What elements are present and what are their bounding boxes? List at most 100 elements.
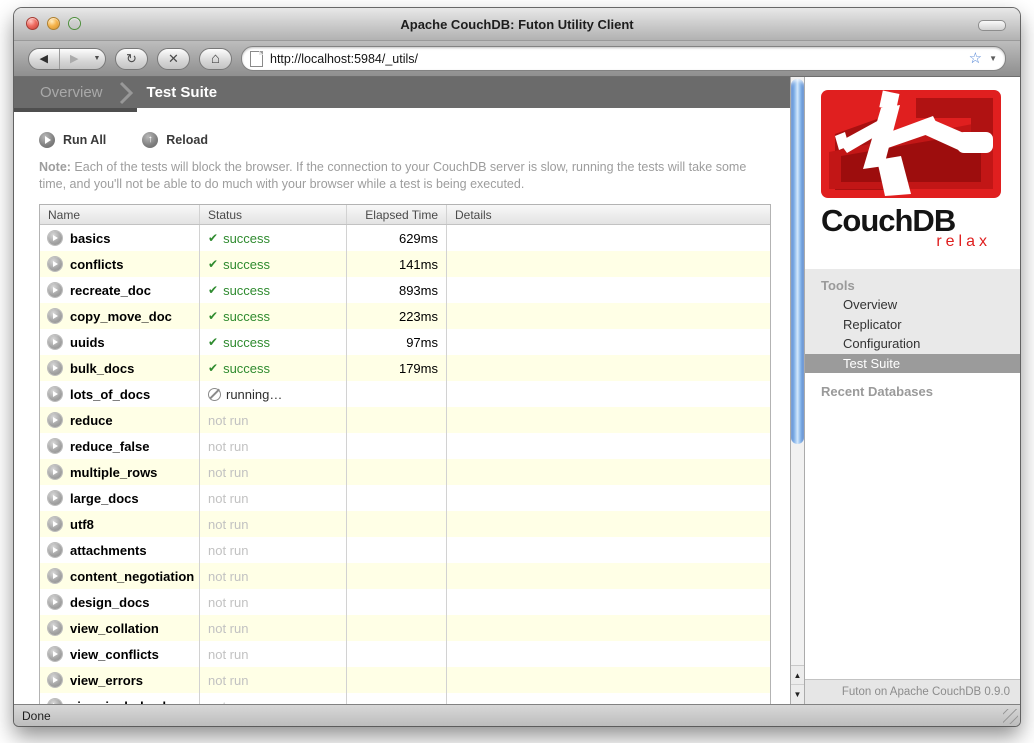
test-name-cell[interactable]: uuids [40, 329, 199, 355]
breadcrumb-overview-link[interactable]: Overview [40, 84, 103, 101]
traffic-lights [26, 17, 81, 30]
recent-databases-section: Recent Databases [805, 383, 1020, 401]
table-row[interactable]: content_negotiation not run [40, 563, 770, 589]
run-test-icon[interactable] [48, 543, 62, 557]
run-test-icon[interactable] [48, 621, 62, 635]
test-name-cell[interactable]: reduce [40, 407, 199, 433]
back-forward-group: ◀ ▶ ▼ [28, 47, 106, 70]
forward-button[interactable]: ▶ [60, 49, 90, 69]
url-text[interactable]: http://localhost:5984/_utils/ [270, 52, 962, 66]
run-test-icon[interactable] [48, 387, 62, 401]
status-bar: Done [14, 704, 1020, 726]
test-name-cell[interactable]: basics [40, 225, 199, 251]
test-name-cell[interactable]: attachments [40, 537, 199, 563]
table-row[interactable]: lots_of_docs running… [40, 381, 770, 407]
test-name: reduce [70, 412, 113, 428]
table-row[interactable]: reduce not run [40, 407, 770, 433]
run-test-icon[interactable] [48, 517, 62, 531]
close-window-button[interactable] [26, 17, 39, 30]
test-name-cell[interactable]: utf8 [40, 511, 199, 537]
test-name-cell[interactable]: reduce_false [40, 433, 199, 459]
run-test-icon[interactable] [48, 595, 62, 609]
table-row[interactable]: view_include_docs not run [40, 693, 770, 704]
resize-grip[interactable] [1003, 709, 1018, 724]
run-test-icon[interactable] [48, 309, 62, 323]
run-test-icon[interactable] [48, 231, 62, 245]
history-dropdown-icon[interactable]: ▼ [89, 49, 105, 69]
table-row[interactable]: multiple_rows not run [40, 459, 770, 485]
run-test-icon[interactable] [48, 413, 62, 427]
test-name-cell[interactable]: copy_move_doc [40, 303, 199, 329]
scroll-up-button[interactable]: ▲ [791, 666, 804, 685]
test-elapsed-cell [346, 693, 446, 704]
run-test-icon[interactable] [48, 283, 62, 297]
address-bar[interactable]: http://localhost:5984/_utils/ ☆ ▼ [241, 46, 1006, 71]
run-all-button[interactable]: Run All [39, 132, 106, 148]
run-test-icon[interactable] [48, 673, 62, 687]
run-test-icon[interactable] [48, 491, 62, 505]
table-row[interactable]: large_docs not run [40, 485, 770, 511]
run-test-icon[interactable] [48, 257, 62, 271]
sidebar-item-test-suite[interactable]: Test Suite [805, 353, 1020, 373]
table-row[interactable]: reduce_false not run [40, 433, 770, 459]
test-name-cell[interactable]: lots_of_docs [40, 381, 199, 407]
minimize-window-button[interactable] [47, 17, 60, 30]
test-name: utf8 [70, 516, 94, 532]
stop-button[interactable]: ✕ [157, 47, 190, 70]
table-row[interactable]: view_collation not run [40, 615, 770, 641]
test-name-cell[interactable]: multiple_rows [40, 459, 199, 485]
tests-table: Name Status Elapsed Time Details basics … [39, 204, 771, 704]
table-row[interactable]: uuids ✔ success 97ms [40, 329, 770, 355]
home-button[interactable]: ⌂ [199, 47, 232, 70]
run-test-icon[interactable] [48, 439, 62, 453]
sidebar-item-replicator[interactable]: Replicator [805, 315, 1020, 335]
table-row[interactable]: utf8 not run [40, 511, 770, 537]
back-button[interactable]: ◀ [29, 48, 60, 69]
zoom-window-button[interactable] [68, 17, 81, 30]
test-status-cell: not run [199, 667, 346, 693]
test-name: view_conflicts [70, 646, 159, 662]
table-row[interactable]: view_errors not run [40, 667, 770, 693]
test-name-cell[interactable]: view_conflicts [40, 641, 199, 667]
table-row[interactable]: basics ✔ success 629ms [40, 225, 770, 251]
test-name: bulk_docs [70, 360, 135, 376]
scroll-down-button[interactable]: ▼ [791, 685, 804, 703]
test-name-cell[interactable]: bulk_docs [40, 355, 199, 381]
test-name-cell[interactable]: view_collation [40, 615, 199, 641]
run-test-icon[interactable] [48, 465, 62, 479]
window-title: Apache CouchDB: Futon Utility Client [400, 16, 634, 32]
url-dropdown-icon[interactable]: ▼ [989, 54, 997, 63]
test-name-cell[interactable]: view_include_docs [40, 693, 199, 704]
sidebar-item-overview[interactable]: Overview [805, 295, 1020, 315]
test-name-cell[interactable]: recreate_doc [40, 277, 199, 303]
run-test-icon[interactable] [48, 335, 62, 349]
table-row[interactable]: attachments not run [40, 537, 770, 563]
table-row[interactable]: design_docs not run [40, 589, 770, 615]
table-row[interactable]: recreate_doc ✔ success 893ms [40, 277, 770, 303]
scrollbar-thumb[interactable] [791, 79, 804, 444]
success-check-icon: ✔ [208, 257, 219, 271]
test-name-cell[interactable]: design_docs [40, 589, 199, 615]
toolbar-toggle-pill[interactable] [978, 20, 1006, 31]
test-elapsed-cell: 223ms [346, 303, 446, 329]
test-name-cell[interactable]: content_negotiation [40, 563, 199, 589]
run-test-icon[interactable] [48, 361, 62, 375]
tools-header: Tools [821, 278, 855, 293]
test-name-cell[interactable]: large_docs [40, 485, 199, 511]
reload-page-button[interactable]: ↻ [115, 47, 148, 70]
table-row[interactable]: bulk_docs ✔ success 179ms [40, 355, 770, 381]
vertical-scrollbar[interactable]: ▲ ▼ [790, 77, 805, 704]
test-name-cell[interactable]: view_errors [40, 667, 199, 693]
reload-tests-button[interactable]: ↑ Reload [142, 132, 208, 148]
table-row[interactable]: conflicts ✔ success 141ms [40, 251, 770, 277]
run-test-icon[interactable] [48, 569, 62, 583]
bookmark-star-icon[interactable]: ☆ [969, 51, 982, 66]
test-name: basics [70, 230, 111, 246]
table-row[interactable]: copy_move_doc ✔ success 223ms [40, 303, 770, 329]
test-elapsed-cell [346, 563, 446, 589]
test-name-cell[interactable]: conflicts [40, 251, 199, 277]
run-test-icon[interactable] [48, 647, 62, 661]
table-row[interactable]: view_conflicts not run [40, 641, 770, 667]
couchdb-logo[interactable]: CouchDB relax [821, 90, 1001, 251]
sidebar-item-configuration[interactable]: Configuration [805, 334, 1020, 354]
